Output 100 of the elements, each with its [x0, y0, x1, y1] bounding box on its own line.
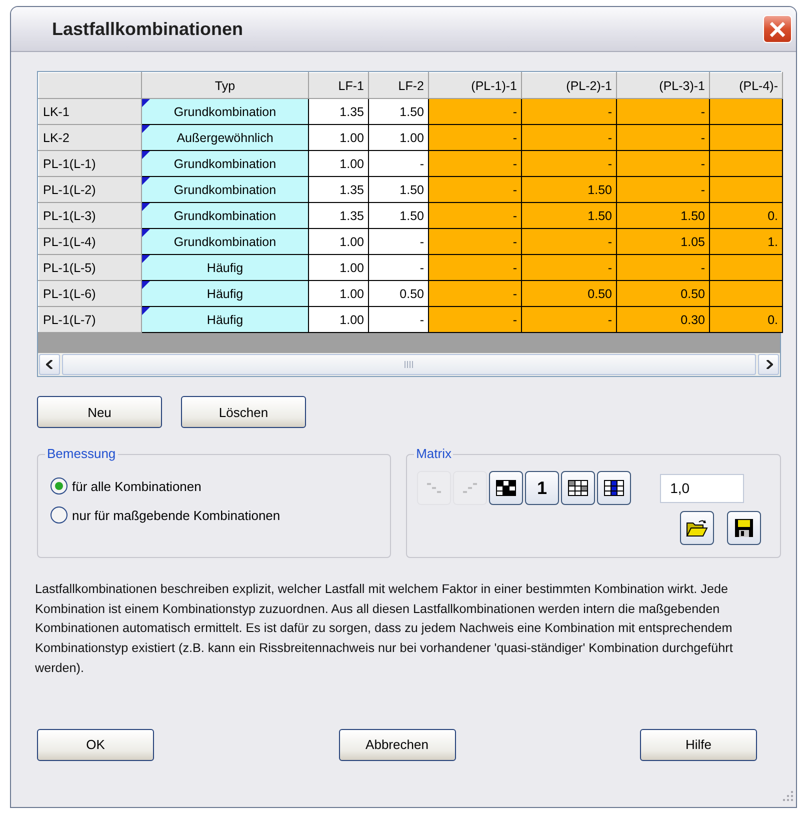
corner-mark-icon — [142, 152, 150, 159]
table-cell: 1.50 — [522, 202, 616, 228]
table-cell: 0. — [710, 202, 782, 228]
corner-mark-icon — [142, 230, 150, 237]
table-cell: - — [616, 150, 710, 176]
corner-mark-icon — [142, 308, 150, 315]
row-header: PL-1(L-5) — [38, 254, 142, 280]
table-cell: 1.50 — [368, 98, 428, 124]
table-cell: - — [368, 228, 428, 254]
corner-mark-icon — [142, 100, 150, 107]
table-cell: - — [428, 254, 522, 280]
table-cell: 1.00 — [308, 306, 368, 332]
corner-mark-icon — [142, 126, 150, 133]
table-cell: - — [616, 254, 710, 280]
save-button[interactable] — [727, 511, 761, 545]
table-cell: - — [522, 124, 616, 150]
description-text: Lastfallkombinationen beschreiben explizit, welcher Lastfall mit welchem Faktor in einer bestimmten Kombination wirkt. Jede Kombination ist einem Kombinationstyp zuzuordnen. Aus all diesen Lastfallkombinationen werden intern die maßgebenden Kombinationen automatisch ermittelt. Es ist dafür zu sorgen, dass zu jedem Nachweis eine Kombination mit entsprechendem Kombinationstyp existiert (z.B. kann ein Rissbreitennachweis nur bei vorhandener 'quasi-ständiger' Kombination durchgeführt werden). — [35, 581, 734, 677]
column-grid-icon — [604, 480, 624, 496]
table-cell: - — [522, 98, 616, 124]
table-cell: 1.05 — [616, 228, 710, 254]
delete-button[interactable]: Löschen — [181, 396, 306, 428]
resize-grip-icon[interactable] — [782, 790, 794, 802]
cancel-button[interactable]: Abbrechen — [338, 728, 456, 761]
table-cell: - — [368, 306, 428, 332]
table-cell: 1.00 — [308, 280, 368, 306]
corner-mark-icon — [142, 178, 150, 185]
table-cell: - — [616, 124, 710, 150]
radio-label[interactable]: für alle Kombinationen — [72, 478, 202, 494]
table-cell: - — [522, 228, 616, 254]
row-header: PL-1(L-1) — [38, 150, 142, 176]
column-header: LF-1 — [308, 72, 368, 98]
table-cell: 1.50 — [368, 176, 428, 202]
table-cell: 1.50 — [522, 176, 616, 202]
column-header: (PL-2)-1 — [522, 72, 616, 98]
table-cell: 1.50 — [368, 202, 428, 228]
diagonal-up-icon — [462, 482, 478, 494]
table-cell: - — [428, 124, 522, 150]
checker-grid-icon — [496, 480, 516, 496]
table-cell: - — [616, 98, 710, 124]
close-icon — [769, 20, 786, 38]
table-cell: Häufig — [142, 306, 308, 332]
column-header: (PL-3)-1 — [616, 72, 710, 98]
row-header: PL-1(L-4) — [38, 228, 142, 254]
table-cell: - — [522, 254, 616, 280]
grid-button[interactable] — [561, 471, 596, 505]
group-title: Bemessung — [45, 446, 118, 461]
scroll-left-button[interactable] — [39, 354, 60, 375]
table-cell: - — [428, 150, 522, 176]
checker-grid-button[interactable] — [489, 471, 524, 505]
corner-mark-icon — [142, 256, 150, 263]
scrollbar-thumb[interactable] — [62, 354, 756, 375]
table-cell: 0.50 — [522, 280, 616, 306]
table-cell: 0.30 — [616, 306, 710, 332]
radio-button[interactable] — [50, 506, 68, 524]
table-cell: 1.35 — [308, 98, 368, 124]
open-folder-icon — [686, 518, 708, 538]
open-button[interactable] — [680, 511, 714, 545]
corner-mark-icon — [142, 282, 150, 289]
table-cell: - — [428, 176, 522, 202]
row-header: PL-1(L-3) — [38, 202, 142, 228]
row-header: PL-1(L-6) — [38, 280, 142, 306]
table-cell: Außergewöhnlich — [142, 124, 308, 150]
close-button[interactable] — [763, 15, 792, 43]
table-cell: Häufig — [142, 254, 308, 280]
row-header: LK-1 — [38, 98, 142, 124]
table-cell: - — [428, 228, 522, 254]
table-cell: 0.50 — [368, 280, 428, 306]
radio-button[interactable] — [50, 477, 68, 495]
table-cell: Häufig — [142, 280, 308, 306]
row-header: PL-1(L-2) — [38, 176, 142, 202]
column-grid-button[interactable] — [597, 471, 632, 505]
column-header: (PL-1)-1 — [428, 72, 522, 98]
window-title: Lastfallkombinationen — [52, 18, 244, 40]
factor-field[interactable]: 1,0 — [660, 474, 744, 502]
diagonal-down-icon — [426, 482, 442, 494]
table-cell: - — [428, 306, 522, 332]
table-cell: Grundkombination — [142, 150, 308, 176]
table-cell: - — [616, 176, 710, 202]
table-cell: 1.00 — [308, 124, 368, 150]
table-cell: 0. — [710, 306, 782, 332]
table-cell: - — [428, 280, 522, 306]
column-header: (PL-4)- — [710, 72, 782, 98]
row-header: LK-2 — [38, 124, 142, 150]
scroll-right-button[interactable] — [758, 354, 779, 375]
radio-label[interactable]: nur für maßgebende Kombinationen — [72, 508, 280, 522]
column-header: Typ — [142, 72, 308, 98]
table-cell: - — [428, 98, 522, 124]
one-button[interactable]: 1 — [525, 471, 560, 505]
new-button[interactable]: Neu — [37, 396, 162, 428]
table-cell: - — [428, 202, 522, 228]
column-header: LF-2 — [368, 72, 428, 98]
help-button[interactable]: Hilfe — [640, 728, 757, 761]
table-cell: Grundkombination — [142, 228, 308, 254]
table-cell: Grundkombination — [142, 202, 308, 228]
group-title: Matrix — [414, 446, 454, 461]
table-cell: 1.00 — [308, 228, 368, 254]
table-cell: 1.35 — [308, 202, 368, 228]
ok-button[interactable]: OK — [37, 728, 154, 761]
grid-icon — [568, 480, 588, 496]
table-cell: 1.50 — [616, 202, 710, 228]
